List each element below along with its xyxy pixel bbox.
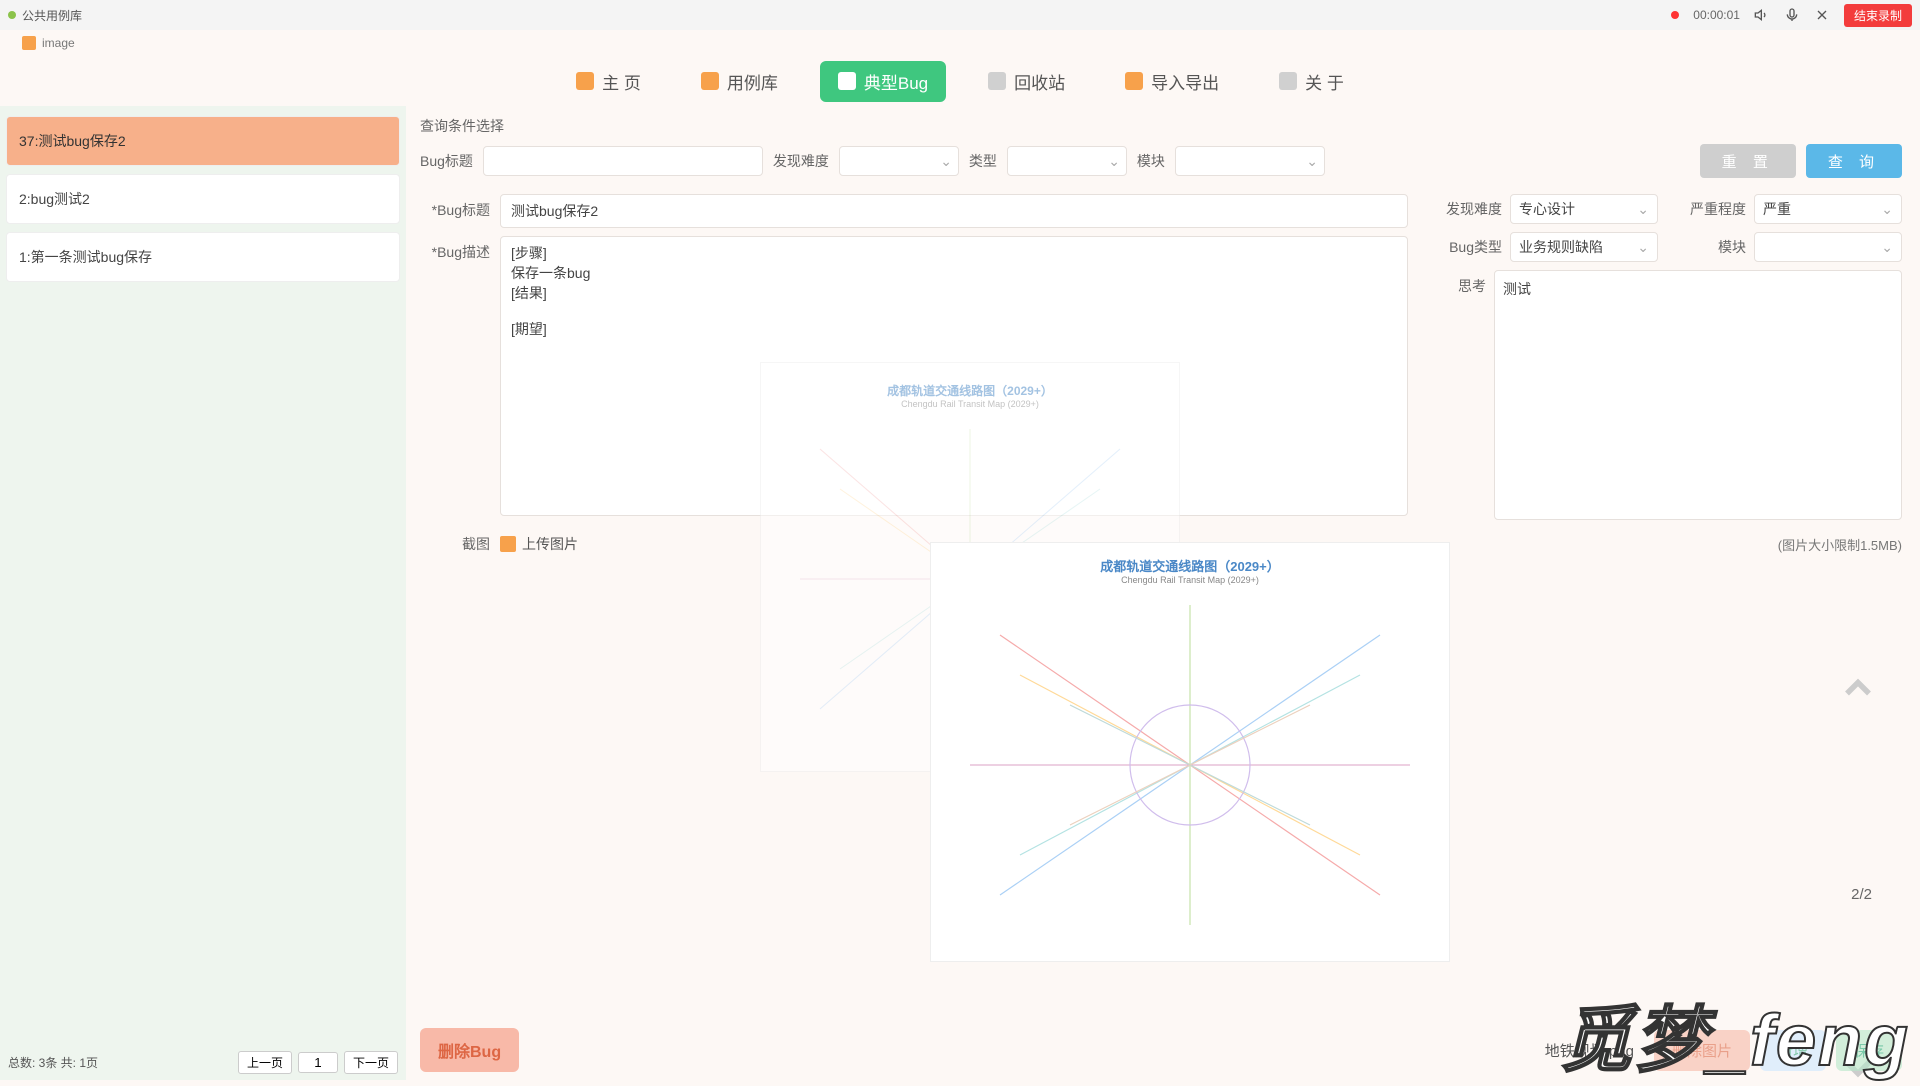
window-title: 公共用例库 [22, 7, 82, 24]
bugtype-select[interactable]: 业务规则缺陷 [1510, 232, 1658, 262]
record-timer: 00:00:01 [1693, 8, 1740, 22]
nav-testcase-lib[interactable]: 用例库 [683, 61, 796, 102]
filter-bar: 查询条件选择 Bug标题 发现难度 类型 模块 重 置 查 询 [420, 116, 1902, 178]
stop-record-button[interactable]: 结束录制 [1844, 4, 1912, 27]
screenshot-label: 截图 [420, 534, 500, 554]
upload-image-button[interactable]: 上传图片 [500, 534, 578, 554]
window-titlebar: 公共用例库 00:00:01 结束录制 [0, 0, 1920, 30]
filter-title-label: Bug标题 [420, 151, 473, 171]
trash-icon [988, 72, 1006, 90]
severity-field-label: 严重程度 [1666, 199, 1746, 219]
module-field-label: 模块 [1666, 237, 1746, 257]
transit-map-graphic [950, 585, 1430, 945]
nav-about-label: 关 于 [1305, 69, 1344, 94]
top-nav: 主 页 用例库 典型Bug 回收站 导入导出 关 于 [0, 56, 1920, 106]
search-button[interactable]: 查 询 [1806, 144, 1902, 178]
filter-title-input[interactable] [483, 146, 763, 176]
difficulty-field-label: 发现难度 [1422, 199, 1502, 219]
sub-titlebar: image [0, 30, 1920, 56]
think-label: 思考 [1422, 270, 1494, 520]
upload-label: 上传图片 [522, 534, 578, 554]
image-tab-label: image [42, 36, 75, 50]
filter-header: 查询条件选择 [420, 116, 1902, 136]
nav-about[interactable]: 关 于 [1261, 61, 1362, 102]
bug-list-item[interactable]: 1:第一条测试bug保存 [6, 232, 400, 282]
map1-title: 成都轨道交通线路图（2029+） [780, 382, 1160, 399]
filter-module-label: 模块 [1137, 151, 1165, 171]
nav-import-export[interactable]: 导入导出 [1107, 61, 1237, 102]
delete-bug-button[interactable]: 删除Bug [420, 1028, 519, 1072]
nav-typical-bug[interactable]: 典型Bug [820, 61, 946, 102]
upload-icon [500, 536, 516, 552]
bugtype-field-label: Bug类型 [1422, 237, 1502, 257]
import-export-icon [1125, 72, 1143, 90]
app-status-dot [8, 11, 16, 19]
nav-lib-label: 用例库 [727, 69, 778, 94]
bottom-action-bar: 删除Bug 地铁规划.png 删除图片 新增 保存 [420, 1028, 1902, 1072]
pager-next-button[interactable]: 下一页 [344, 1051, 398, 1074]
screenshot-image-front[interactable]: 成都轨道交通线路图（2029+） Chengdu Rail Transit Ma… [930, 542, 1450, 962]
pager-prev-button[interactable]: 上一页 [238, 1051, 292, 1074]
save-button[interactable]: 保存 [1836, 1030, 1902, 1071]
nav-trash-label: 回收站 [1014, 69, 1065, 94]
filter-type-label: 类型 [969, 151, 997, 171]
speaker-icon[interactable] [1754, 7, 1770, 23]
pager-page-input[interactable] [298, 1052, 338, 1073]
nav-io-label: 导入导出 [1151, 69, 1219, 94]
about-icon [1279, 72, 1297, 90]
bug-list-item[interactable]: 37:测试bug保存2 [6, 116, 400, 166]
bug-list-item[interactable]: 2:bug测试2 [6, 174, 400, 224]
difficulty-select[interactable]: 专心设计 [1510, 194, 1658, 224]
bug-icon [838, 72, 856, 90]
bug-desc-label: *Bug描述 [420, 236, 500, 262]
add-new-button[interactable]: 新增 [1760, 1030, 1826, 1071]
bug-title-label: *Bug标题 [420, 194, 500, 220]
image-page-counter: 2/2 [1851, 886, 1872, 903]
filter-difficulty-select[interactable] [848, 147, 950, 175]
filter-module-select[interactable] [1184, 147, 1316, 175]
image-tab-icon [22, 36, 36, 50]
content-area: 查询条件选择 Bug标题 发现难度 类型 模块 重 置 查 询 *Bug标题 测… [406, 106, 1920, 1080]
sidebar-pager: 总数: 3条 共: 1页 上一页 下一页 [8, 1051, 398, 1074]
microphone-icon[interactable] [1784, 7, 1800, 23]
severity-select[interactable]: 严重 [1754, 194, 1902, 224]
delete-image-button[interactable]: 删除图片 [1654, 1030, 1750, 1071]
library-icon [701, 72, 719, 90]
bug-title-input[interactable]: 测试bug保存2 [500, 194, 1408, 228]
think-textarea[interactable]: 测试 [1494, 270, 1902, 520]
module-select[interactable] [1754, 232, 1902, 262]
pager-summary: 总数: 3条 共: 1页 [8, 1054, 98, 1071]
record-indicator-icon [1671, 11, 1679, 19]
reset-button[interactable]: 重 置 [1700, 144, 1796, 178]
image-prev-arrow[interactable] [1836, 666, 1880, 715]
map2-sub: Chengdu Rail Transit Map (2029+) [950, 575, 1430, 585]
nav-bug-label: 典型Bug [864, 69, 928, 94]
current-image-name: 地铁规划.png [1545, 1040, 1634, 1061]
map2-title: 成都轨道交通线路图（2029+） [950, 556, 1430, 575]
filter-difficulty-label: 发现难度 [773, 151, 829, 171]
screenshot-preview-zone: 成都轨道交通线路图（2029+） Chengdu Rail Transit Ma… [510, 562, 1902, 982]
nav-trash[interactable]: 回收站 [970, 61, 1083, 102]
nav-home[interactable]: 主 页 [558, 61, 659, 102]
upload-limit-text: (图片大小限制1.5MB) [1778, 535, 1902, 554]
nav-home-label: 主 页 [602, 69, 641, 94]
filter-type-select[interactable] [1016, 147, 1118, 175]
map1-sub: Chengdu Rail Transit Map (2029+) [780, 399, 1160, 409]
close-icon[interactable] [1814, 7, 1830, 23]
home-icon [576, 72, 594, 90]
bug-list-sidebar: 37:测试bug保存2 2:bug测试2 1:第一条测试bug保存 总数: 3条… [0, 106, 406, 1080]
